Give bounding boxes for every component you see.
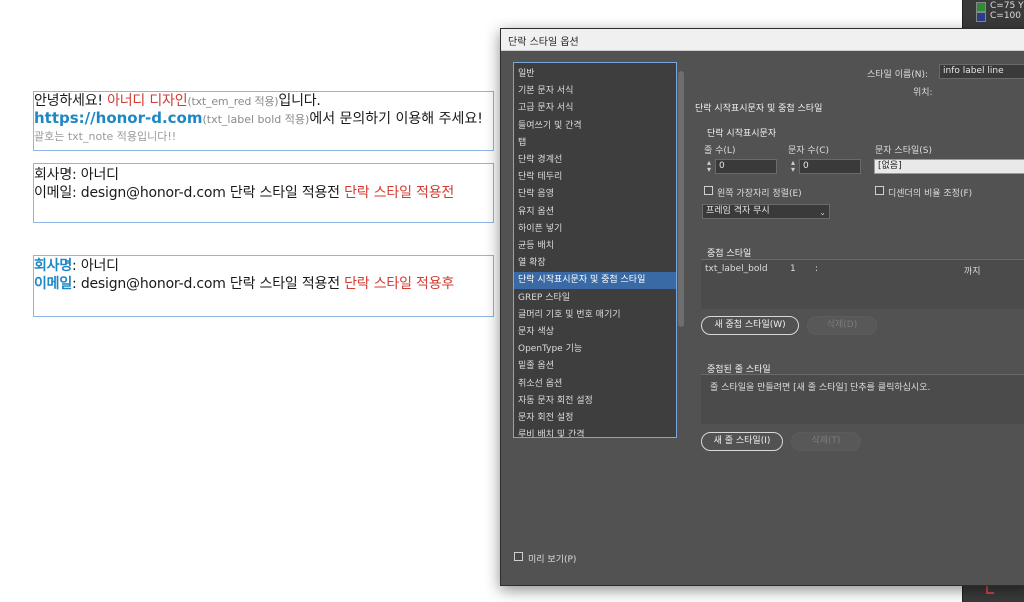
new-line-style-button[interactable]: 새 줄 스타일(I) <box>701 432 783 451</box>
company-value: : 아너디 <box>72 258 119 274</box>
category-item[interactable]: 고급 문자 서식 <box>514 100 676 117</box>
nested-style-heading: 중첩 스타일 <box>707 249 752 259</box>
dialog-titlebar[interactable]: 단락 스타일 옵션 <box>501 29 1024 51</box>
category-item[interactable]: 루비 배치 및 간격 <box>514 427 676 437</box>
location-label: 위치: <box>913 88 933 98</box>
email-line: 이메일: design@honor-d.com 단락 스타일 적용전 단락 스타… <box>34 182 454 202</box>
category-item[interactable]: 취소선 옵션 <box>514 376 676 393</box>
dialog-title: 단락 스타일 옵션 <box>508 37 579 48</box>
text-frame-after[interactable]: 회사명: 아너디 이메일: design@honor-d.com 단락 스타일 … <box>33 255 494 317</box>
category-item[interactable]: 글머리 기호 및 번호 매기기 <box>514 307 676 324</box>
category-item[interactable]: 들여쓰기 및 간격 <box>514 118 676 135</box>
frame-grid-value: 프레임 격자 무시 <box>706 206 770 216</box>
frame-grid-select[interactable]: 프레임 격자 무시 ⌄ <box>702 204 830 219</box>
swatch-label: C=100 <box>990 11 1022 21</box>
greeting-end: 입니다. <box>278 93 321 109</box>
nested-line-hint: 줄 스타일을 만들려면 [새 줄 스타일] 단추를 클릭하십시오. <box>710 383 931 393</box>
email-value: : design@honor-d.com 단락 스타일 적용전 <box>72 276 345 292</box>
new-nested-style-button[interactable]: 새 중첩 스타일(W) <box>701 316 799 335</box>
char-style-select[interactable]: [없음] <box>874 159 1024 174</box>
chevron-down-icon: ⌄ <box>819 208 826 217</box>
after-label-red: 단락 스타일 적용후 <box>344 276 455 292</box>
category-item[interactable]: 유지 옵션 <box>514 204 676 221</box>
url-line: https://honor-d.com(txt_label bold 적용)에서… <box>34 108 483 128</box>
inquiry-text: 에서 문의하기 이용해 주세요! <box>309 111 483 127</box>
category-item[interactable]: 단락 테두리 <box>514 169 676 186</box>
url-text: https://honor-d.com <box>34 109 203 127</box>
category-item[interactable]: 탭 <box>514 135 676 152</box>
preview-label: 미리 보기(P) <box>528 555 577 565</box>
category-item[interactable]: 문자 회전 설정 <box>514 410 676 427</box>
chars-stepper-icon[interactable]: ▴ ▾ <box>788 159 798 174</box>
category-item[interactable]: 단락 경계선 <box>514 152 676 169</box>
category-item[interactable]: 자동 문자 회전 설정 <box>514 393 676 410</box>
nested-row-until[interactable]: 까지 <box>964 264 981 277</box>
category-item[interactable]: 하이픈 넣기 <box>514 221 676 238</box>
section-heading: 단락 시작표시문자 및 중첩 스타일 <box>695 104 823 114</box>
category-item[interactable]: GREP 스타일 <box>514 290 676 307</box>
dropcap-lines-input[interactable]: 0 <box>715 159 777 174</box>
email-line-styled: 이메일: design@honor-d.com 단락 스타일 적용전 단락 스타… <box>34 273 454 293</box>
category-scrollbar[interactable] <box>678 71 684 327</box>
category-item[interactable]: 기본 문자 서식 <box>514 83 676 100</box>
style-note: (txt_em_red 적용) <box>187 95 279 108</box>
company-line-styled: 회사명: 아너디 <box>34 255 119 275</box>
text-frame-before[interactable]: 회사명: 아너디 이메일: design@honor-d.com 단락 스타일 … <box>33 163 494 223</box>
text-frame-greeting[interactable]: 안녕하세요! 아너디 디자인(txt_em_red 적용)입니다. https:… <box>33 91 494 151</box>
descender-checkbox[interactable] <box>875 186 884 195</box>
delete-line-style-button[interactable]: 삭제(T) <box>791 432 861 451</box>
align-left-label: 왼쪽 가장자리 정렬(E) <box>717 189 802 199</box>
greeting-line: 안녕하세요! 아너디 디자인(txt_em_red 적용)입니다. <box>34 90 321 110</box>
style-name-input[interactable]: info label line <box>939 64 1024 79</box>
category-item[interactable]: 단락 음영 <box>514 186 676 203</box>
dropcap-lines-label: 줄 수(L) <box>704 146 736 156</box>
category-item[interactable]: 일반 <box>514 66 676 83</box>
brand-name-red: 아너디 디자인 <box>107 93 188 109</box>
company-label-blue: 회사명 <box>34 258 73 274</box>
style-name-label: 스타일 이름(N): <box>867 70 929 80</box>
nested-row-style[interactable]: txt_label_bold <box>705 264 768 274</box>
dropcap-chars-label: 문자 수(C) <box>788 146 830 156</box>
category-item[interactable]: 문자 색상 <box>514 324 676 341</box>
category-item[interactable]: 밑줄 옵션 <box>514 358 676 375</box>
category-item[interactable]: OpenType 기능 <box>514 341 676 358</box>
char-style-label: 문자 스타일(S) <box>875 146 932 156</box>
greeting-text: 안녕하세요! <box>34 93 108 109</box>
email-text: 이메일: design@honor-d.com 단락 스타일 적용전 <box>34 185 345 201</box>
screen: 안녕하세요! 아너디 디자인(txt_em_red 적용)입니다. https:… <box>0 0 1024 602</box>
label-style-note: (txt_label bold 적용) <box>202 113 310 126</box>
align-left-checkbox[interactable] <box>704 186 713 195</box>
note-line: 괄호는 txt_note 적용입니다!! <box>34 130 177 143</box>
lines-stepper-icon[interactable]: ▴ ▾ <box>704 159 714 174</box>
swatch-color <box>976 12 986 22</box>
nested-row-separator: : <box>815 264 819 274</box>
swatch-row[interactable]: C=100 <box>962 10 1024 24</box>
category-list[interactable]: 일반 기본 문자 서식 고급 문자 서식 들여쓰기 및 간격 탭 단락 경계선 단락 테두리… <box>513 62 677 438</box>
paragraph-style-options-dialog: 단락 스타일 옵션 일반 기본 문자 서식 고급 문자 서식 들여쓰기 및 간격 탭 단락… <box>500 28 1024 586</box>
before-label-red: 단락 스타일 적용전 <box>344 185 455 201</box>
category-item[interactable]: 균등 배치 <box>514 238 676 255</box>
category-item[interactable]: 열 확장 <box>514 255 676 272</box>
delete-nested-style-button[interactable]: 삭제(D) <box>807 316 877 335</box>
preview-checkbox[interactable] <box>514 552 523 561</box>
company-line: 회사명: 아너디 <box>34 167 119 183</box>
dropcap-heading: 단락 시작표시문자 <box>707 129 777 139</box>
category-item[interactable]: 단락 시작표시문자 및 중첩 스타일 <box>514 272 676 290</box>
nested-row-count[interactable]: 1 <box>790 264 796 274</box>
bleed-corner-mark <box>986 586 994 594</box>
dropcap-chars-input[interactable]: 0 <box>799 159 861 174</box>
email-label-blue: 이메일 <box>34 276 73 292</box>
descender-label: 디센더의 비율 조정(F) <box>888 189 973 199</box>
